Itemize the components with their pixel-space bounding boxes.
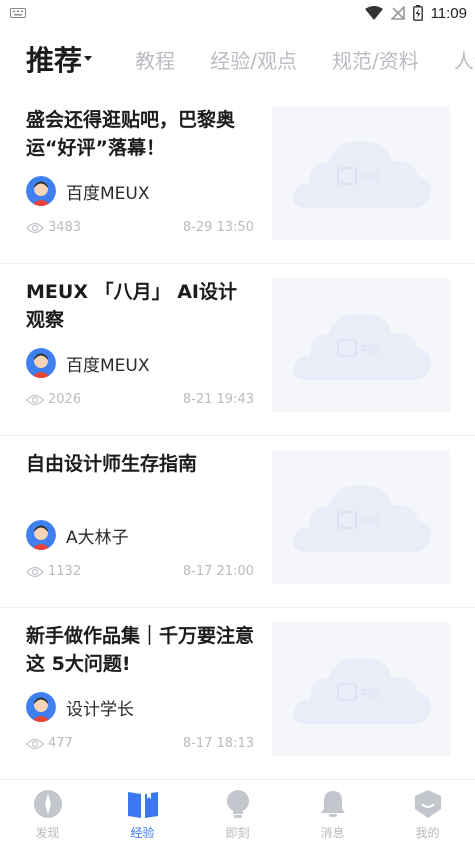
post-time: 8-29 13:50 (182, 220, 254, 235)
avatar (26, 692, 56, 722)
tab-tutorial[interactable]: 教程 (135, 42, 175, 80)
article-card[interactable]: MEUX 「八月」 AI设计观察 百度MEUX 2026 8-21 19:43 … (0, 264, 475, 436)
article-feed: 盛会还得逛贴吧，巴黎奥运“好评”落幕！ 百度MEUX 3483 8-29 13:… (0, 92, 475, 780)
profile-shield-icon (414, 790, 441, 818)
article-meta: 3483 8-29 13:50 (26, 220, 254, 235)
article-meta: 2026 8-21 19:43 (26, 392, 254, 407)
eye-icon (26, 566, 44, 577)
bell-icon (320, 791, 345, 817)
article-thumbnail[interactable]: 中国 (272, 106, 450, 240)
author-row[interactable]: 设计学长 (26, 692, 134, 722)
article-thumbnail[interactable]: 中国 (272, 278, 450, 412)
view-count: 1132 (48, 564, 82, 579)
keyboard-icon (10, 8, 26, 18)
avatar (26, 520, 56, 550)
article-card[interactable]: 盛会还得逛贴吧，巴黎奥运“好评”落幕！ 百度MEUX 3483 8-29 13:… (0, 92, 475, 264)
tab-recommend[interactable]: 推荐 (26, 42, 93, 80)
status-bar: 11:09 (0, 0, 475, 26)
placeholder-cloud-icon: 中国 (293, 313, 431, 380)
author-name: 百度MEUX (66, 355, 150, 376)
article-thumbnail[interactable]: 中国 (272, 622, 450, 756)
author-name: 百度MEUX (66, 183, 150, 204)
category-tabs: 推荐 教程 经验/观点 规范/资料 人物 (26, 42, 475, 80)
post-time: 8-21 19:43 (182, 392, 254, 407)
tab-standards[interactable]: 规范/资料 (332, 42, 419, 80)
svg-text:中国: 中国 (360, 171, 380, 184)
eye-icon (26, 738, 44, 749)
svg-text:中国: 中国 (360, 343, 380, 356)
tab-experience[interactable]: 经验/观点 (210, 42, 297, 80)
compass-icon (33, 790, 62, 818)
post-time: 8-17 18:13 (182, 736, 254, 751)
no-signal-icon (390, 6, 405, 20)
view-count: 477 (48, 736, 73, 751)
article-title[interactable]: 新手做作品集｜千万要注意这 5大问题! (26, 622, 254, 678)
view-count: 3483 (48, 220, 82, 235)
placeholder-cloud-icon: 中国 (293, 485, 431, 552)
nav-me[interactable]: 我的 (380, 780, 475, 845)
placeholder-cloud-icon: 中国 (293, 657, 431, 724)
article-thumbnail[interactable]: 中国 (272, 450, 450, 584)
book-icon (127, 791, 158, 818)
placeholder-cloud-icon: 中国 (293, 141, 431, 208)
bottom-nav: 发现 经验 即刻 消息 我的 (0, 779, 475, 845)
post-time: 8-17 21:00 (182, 564, 254, 579)
article-title[interactable]: 盛会还得逛贴吧，巴黎奥运“好评”落幕！ (26, 106, 254, 162)
view-count: 2026 (48, 392, 82, 407)
tab-label: 推荐 (26, 44, 83, 77)
author-row[interactable]: 百度MEUX (26, 176, 150, 206)
nav-label: 消息 (320, 826, 345, 840)
author-name: A大林子 (66, 527, 129, 548)
nav-label: 发现 (35, 826, 60, 840)
wifi-icon (364, 6, 383, 20)
article-title[interactable]: MEUX 「八月」 AI设计观察 (26, 278, 254, 334)
svg-text:中国: 中国 (360, 687, 380, 700)
nav-messages[interactable]: 消息 (285, 780, 380, 845)
lightbulb-icon (226, 790, 249, 818)
battery-charging-icon (412, 5, 423, 21)
svg-text:中国: 中国 (360, 515, 380, 528)
dropdown-caret-icon (84, 55, 93, 61)
avatar (26, 176, 56, 206)
nav-label: 我的 (415, 826, 440, 840)
nav-discover[interactable]: 发现 (0, 780, 95, 845)
author-row[interactable]: 百度MEUX (26, 348, 150, 378)
avatar (26, 348, 56, 378)
author-name: 设计学长 (66, 699, 134, 720)
eye-icon (26, 394, 44, 405)
tab-people[interactable]: 人物 (454, 42, 475, 80)
author-row[interactable]: A大林子 (26, 520, 129, 550)
status-time: 11:09 (430, 4, 467, 22)
nav-label: 即刻 (225, 826, 250, 840)
article-meta: 477 8-17 18:13 (26, 736, 254, 751)
article-card[interactable]: 新手做作品集｜千万要注意这 5大问题! 设计学长 477 8-17 18:13 … (0, 608, 475, 780)
article-meta: 1132 8-17 21:00 (26, 564, 254, 579)
nav-label: 经验 (130, 826, 155, 840)
nav-experience[interactable]: 经验 (95, 780, 190, 845)
article-card[interactable]: 自由设计师生存指南 A大林子 1132 8-17 21:00 中国 (0, 436, 475, 608)
nav-moments[interactable]: 即刻 (190, 780, 285, 845)
eye-icon (26, 222, 44, 233)
article-title[interactable]: 自由设计师生存指南 (26, 450, 254, 478)
